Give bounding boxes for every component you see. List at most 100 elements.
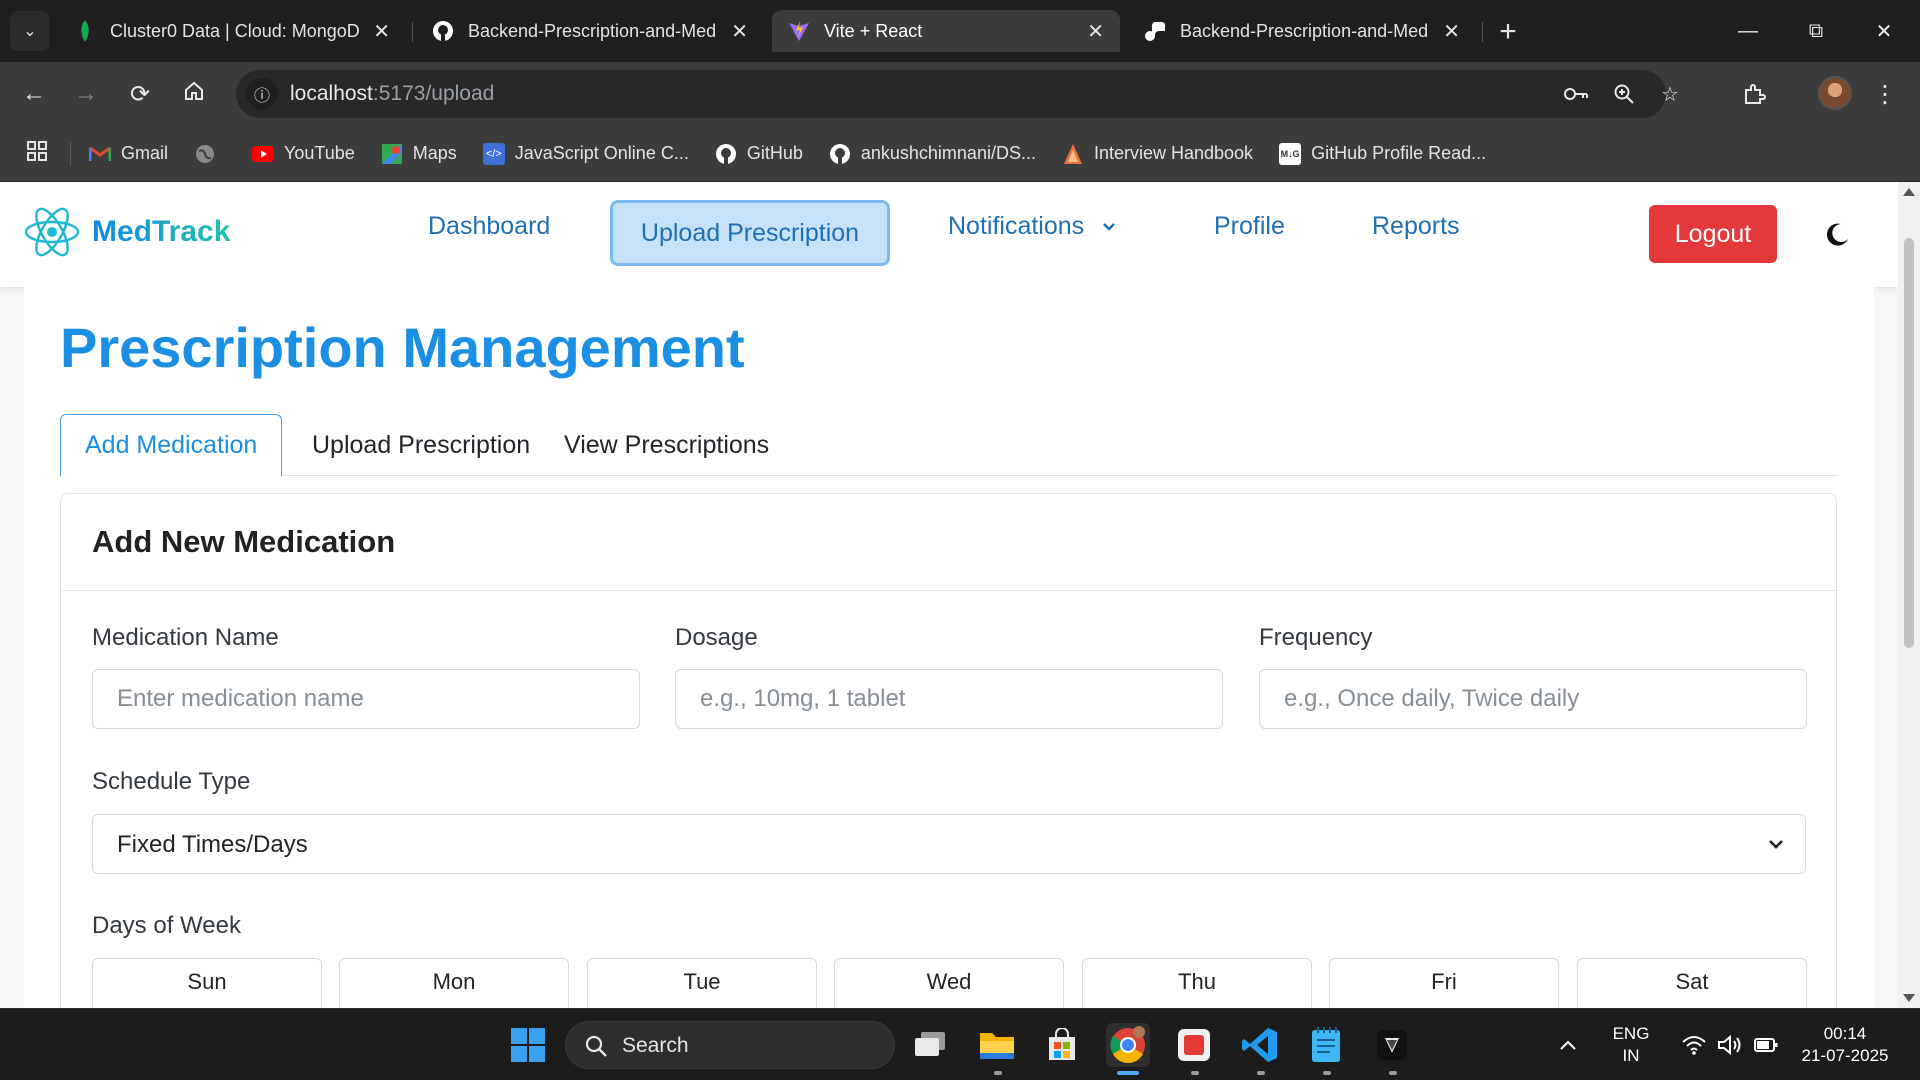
tab-upload-prescription[interactable]: Upload Prescription	[288, 414, 554, 476]
app-red-icon[interactable]	[1172, 1023, 1216, 1067]
bookmark-gmail[interactable]: Gmail	[89, 143, 168, 165]
file-explorer-icon[interactable]	[975, 1023, 1019, 1067]
tab-add-medication[interactable]: Add Medication	[60, 414, 283, 477]
notepad-icon[interactable]	[1304, 1023, 1348, 1067]
tray-overflow-icon[interactable]	[1553, 1023, 1583, 1067]
apps-grid-icon	[26, 140, 48, 167]
day-button-tue[interactable]: Tue	[587, 958, 817, 1008]
bookmark-youtube[interactable]: YouTube	[252, 143, 355, 165]
windows-start-icon[interactable]	[506, 1023, 550, 1067]
close-icon[interactable]: ✕	[1443, 19, 1460, 44]
day-button-fri[interactable]: Fri	[1329, 958, 1559, 1008]
scroll-up-icon[interactable]	[1903, 188, 1915, 196]
star-bookmark-icon[interactable]: ☆	[1656, 80, 1684, 108]
nav-upload-prescription[interactable]: Upload Prescription	[610, 200, 890, 266]
github-icon	[715, 143, 737, 165]
back-button[interactable]: ←	[16, 76, 52, 112]
tab-search-button[interactable]: ⌄	[10, 11, 50, 51]
tab-view-prescriptions[interactable]: View Prescriptions	[540, 414, 793, 476]
bookmark-github-profile-readme[interactable]: M↓G GitHub Profile Read...	[1279, 142, 1486, 165]
extensions-icon[interactable]	[1740, 80, 1768, 108]
scrollbar-thumb[interactable]	[1904, 238, 1914, 648]
task-view-icon[interactable]	[908, 1023, 952, 1067]
tab-title: Vite + React	[824, 20, 923, 41]
taskbar-search[interactable]: Search	[565, 1021, 895, 1069]
password-key-icon[interactable]	[1562, 80, 1590, 108]
bookmark-interview-handbook[interactable]: Interview Handbook	[1062, 143, 1253, 165]
reload-button[interactable]: ⟳	[122, 76, 158, 112]
forward-button[interactable]: →	[68, 76, 104, 112]
day-button-mon[interactable]: Mon	[339, 958, 569, 1008]
tab-title: Cluster0 Data | Cloud: MongoDB	[110, 20, 362, 41]
schedule-type-select[interactable]: Fixed Times/Days	[92, 814, 1806, 874]
minimize-button[interactable]: —	[1714, 0, 1782, 62]
running-indicator	[1323, 1071, 1331, 1075]
maps-icon	[381, 143, 403, 165]
close-window-button[interactable]: ✕	[1850, 0, 1918, 62]
mongodb-leaf-icon	[74, 20, 96, 42]
day-button-wed[interactable]: Wed	[834, 958, 1064, 1008]
plus-icon: +	[1499, 15, 1517, 48]
bookmark-github[interactable]: GitHub	[715, 143, 803, 165]
logout-label: Logout	[1674, 219, 1752, 248]
restore-button[interactable]: ⧉	[1782, 0, 1850, 62]
day-button-thu[interactable]: Thu	[1082, 958, 1312, 1008]
dosage-input[interactable]	[675, 669, 1223, 729]
close-icon[interactable]: ✕	[373, 19, 390, 44]
home-button[interactable]	[176, 76, 212, 112]
nav-profile[interactable]: Profile	[1214, 212, 1285, 241]
nav-dashboard[interactable]: Dashboard	[428, 212, 550, 241]
taskbar-search-label: Search	[622, 1034, 689, 1057]
bookmark-globe[interactable]	[194, 143, 226, 165]
url-text[interactable]: localhost:5173/upload	[290, 82, 494, 106]
arrow-right-icon: →	[74, 80, 98, 107]
running-indicator	[1191, 1071, 1199, 1075]
brand[interactable]: MedTrack	[22, 204, 230, 260]
profile-avatar[interactable]	[1818, 76, 1852, 110]
medication-name-input[interactable]	[92, 669, 640, 729]
chrome-icon[interactable]	[1106, 1023, 1150, 1067]
vscode-icon[interactable]	[1238, 1023, 1282, 1067]
browser-menu-icon[interactable]: ⋮	[1870, 76, 1900, 112]
day-button-sat[interactable]: Sat	[1577, 958, 1807, 1008]
apps-grid-button[interactable]	[26, 140, 48, 167]
zoom-icon[interactable]	[1610, 80, 1638, 108]
battery-icon	[1754, 1038, 1778, 1052]
frequency-input[interactable]	[1259, 669, 1807, 729]
address-bar[interactable]: ⓘ localhost:5173/upload ☆	[236, 70, 1679, 118]
bookmark-javascript-online[interactable]: </> JavaScript Online C...	[482, 142, 689, 165]
chevron-down-icon: ⌄	[23, 23, 37, 40]
microsoft-store-icon[interactable]	[1040, 1023, 1084, 1067]
browser-tab-mongodb[interactable]: Cluster0 Data | Cloud: MongoDB ✕	[58, 10, 406, 52]
arrow-left-icon: ←	[22, 80, 46, 107]
tab-title: Backend-Prescription-and-Med	[468, 20, 717, 41]
close-icon[interactable]: ✕	[1087, 19, 1104, 44]
browser-toolbar: ← → ⟳ ⓘ localhost:5173/upload ☆ ⋮	[0, 62, 1920, 126]
language-indicator[interactable]: ENG IN	[1606, 1023, 1656, 1067]
github-icon	[829, 143, 851, 165]
render-icon	[1144, 20, 1166, 42]
logout-button[interactable]: Logout	[1649, 205, 1777, 263]
system-tray-status[interactable]	[1670, 1023, 1790, 1067]
day-button-sun[interactable]: Sun	[92, 958, 322, 1008]
scroll-down-icon[interactable]	[1903, 994, 1915, 1002]
new-tab-button[interactable]: +	[1490, 14, 1526, 50]
nav-notifications[interactable]: Notifications	[948, 212, 1116, 241]
terminal-app-icon[interactable]	[1370, 1023, 1414, 1067]
browser-tab-render[interactable]: Backend-Prescription-and-Med ✕	[1128, 10, 1476, 52]
browser-tab-vite[interactable]: Vite + React ✕	[772, 10, 1120, 52]
windows-taskbar: Search ENG IN 00:14 21-07-2025	[0, 1008, 1920, 1080]
browser-tab-github[interactable]: Backend-Prescription-and-Med ✕	[416, 10, 764, 52]
bookmark-maps[interactable]: Maps	[381, 143, 457, 165]
bookmark-github-repo[interactable]: ankushchimnani/DS...	[829, 143, 1036, 165]
nav-reports[interactable]: Reports	[1372, 212, 1460, 241]
site-info-icon[interactable]: ⓘ	[246, 78, 278, 110]
close-icon[interactable]: ✕	[731, 19, 748, 44]
clock[interactable]: 00:14 21-07-2025	[1790, 1023, 1900, 1067]
schedule-type-label: Schedule Type	[92, 768, 251, 795]
code-icon: </>	[482, 142, 505, 165]
tab-title: Backend-Prescription-and-Med	[1180, 20, 1429, 41]
bookmarks-divider	[70, 141, 71, 166]
moon-icon[interactable]	[1824, 222, 1850, 248]
page-scrollbar[interactable]	[1898, 182, 1920, 1008]
